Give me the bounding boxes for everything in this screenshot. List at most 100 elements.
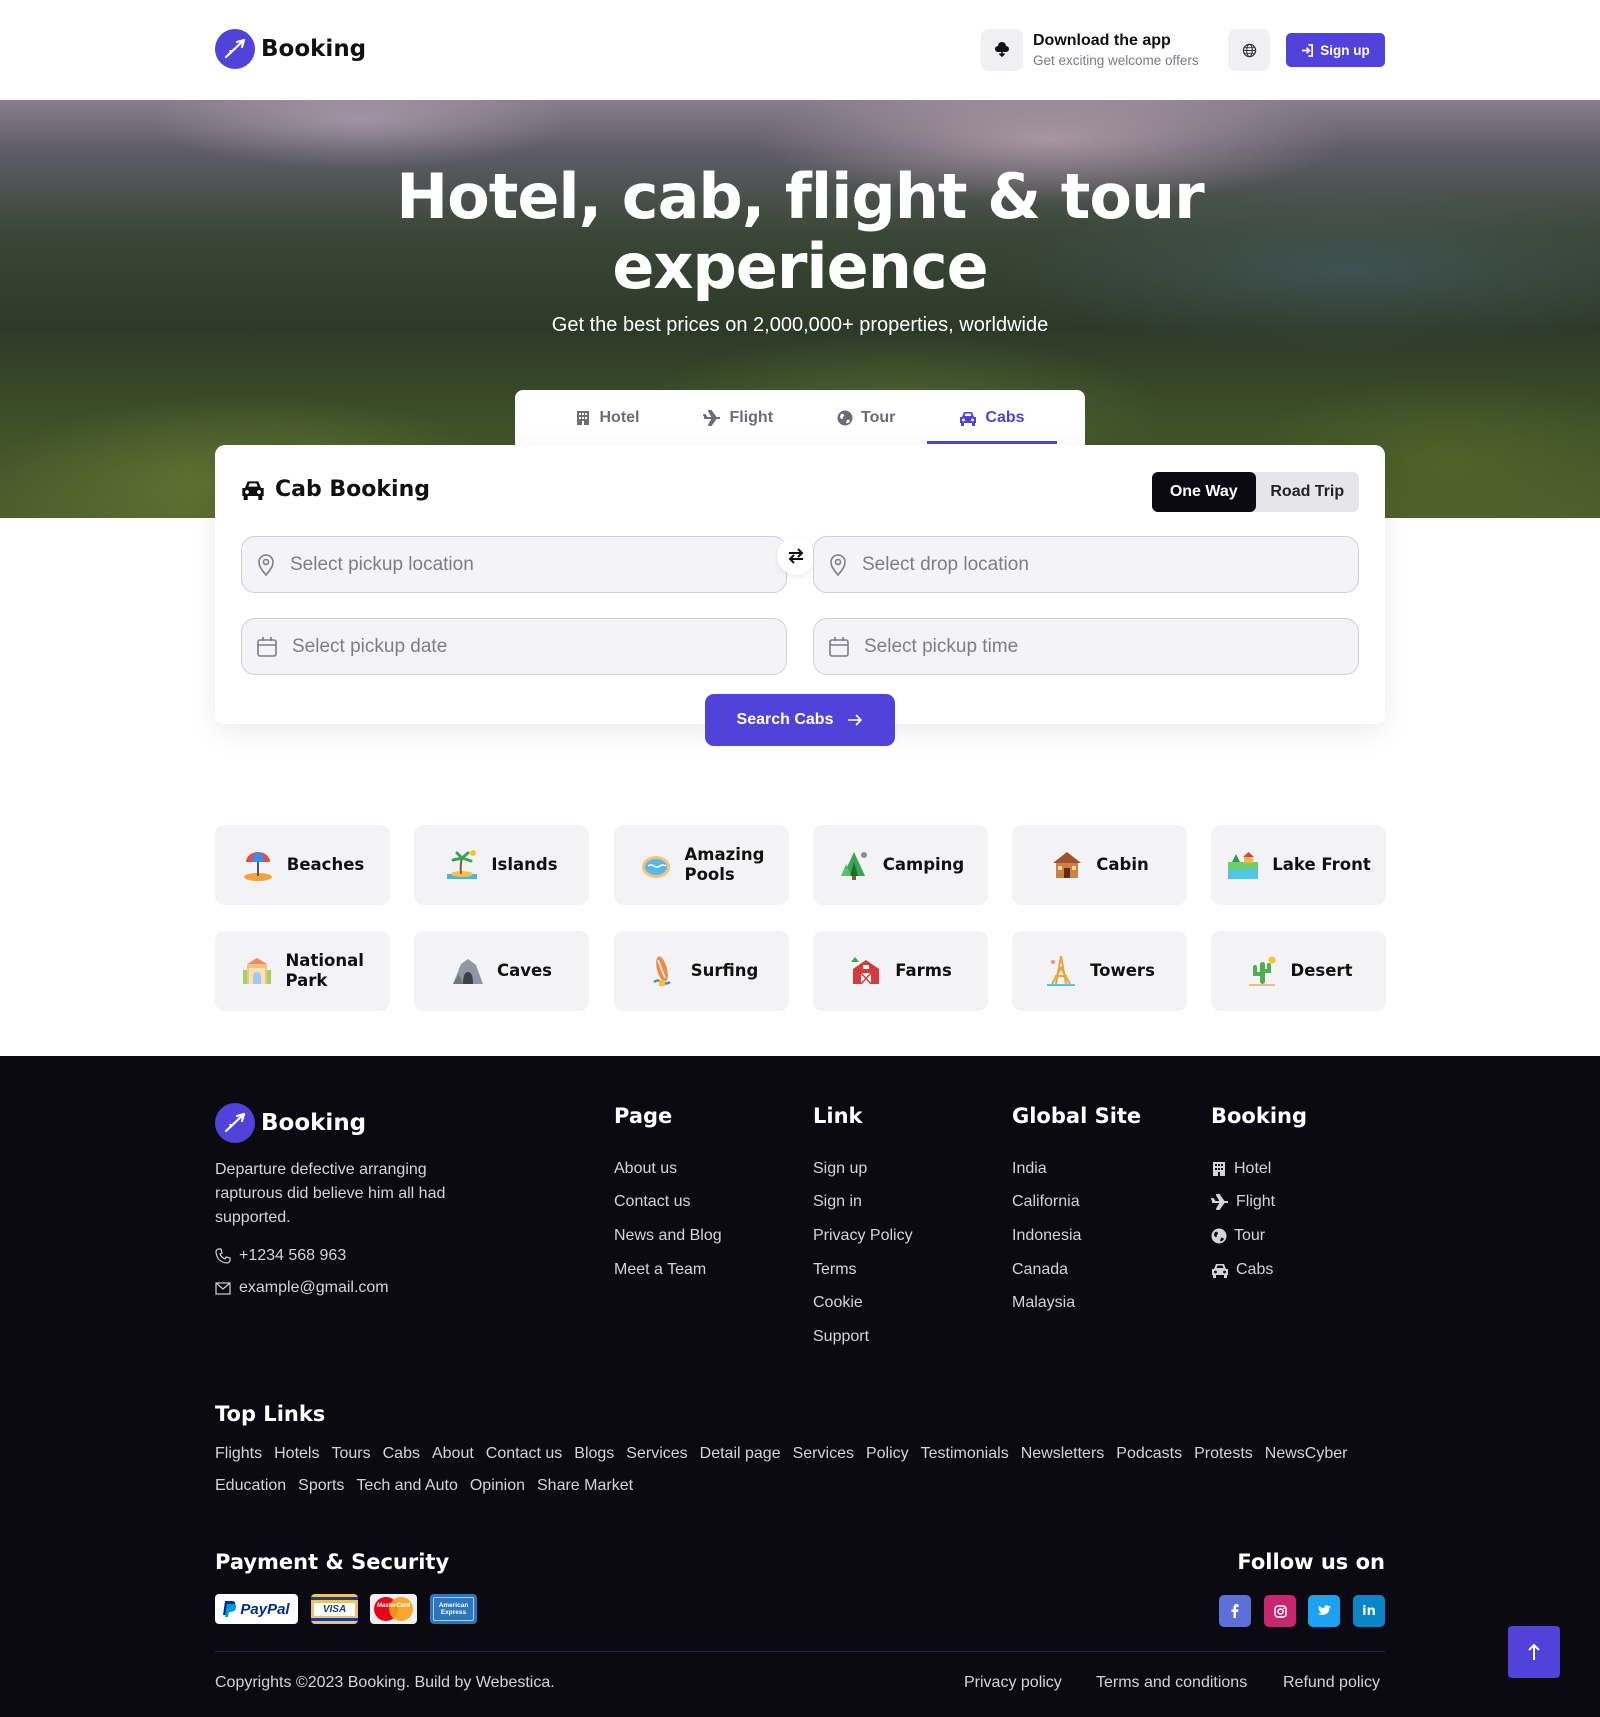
category-caves[interactable]: Caves [414,931,589,1011]
top-link[interactable]: Detail page [700,1443,781,1465]
footer-link-hotel[interactable]: Hotel [1211,1160,1271,1178]
top-links-title: Top Links [215,1402,326,1426]
footer-brand-logo[interactable]: Booking [215,1103,366,1143]
top-link[interactable]: Flights [215,1443,262,1465]
tab-tour-label: Tour [861,409,896,426]
privacy-policy-link[interactable]: Privacy policy [964,1674,1062,1692]
category-towers[interactable]: Towers [1012,931,1187,1011]
category-beaches[interactable]: Beaches [215,825,390,905]
top-link[interactable]: Education [215,1475,286,1497]
footer-link-team[interactable]: Meet a Team [614,1261,706,1279]
tab-cabs[interactable]: Cabs [927,390,1057,446]
footer-description: Departure defective arranging rapturous … [215,1161,446,1226]
footer-link-tour[interactable]: Tour [1211,1227,1265,1245]
category-lake-front[interactable]: Lake Front [1211,825,1386,905]
footer-email[interactable]: example@gmail.com [215,1279,389,1297]
category-desert[interactable]: Desert [1211,931,1386,1011]
linkedin-button[interactable]: in [1353,1595,1385,1627]
tab-hotel[interactable]: Hotel [543,390,671,446]
category-farms[interactable]: Farms [813,931,988,1011]
language-button[interactable] [1228,29,1270,71]
swap-locations-button[interactable] [777,537,815,575]
back-to-top-button[interactable] [1508,1626,1560,1678]
footer-link-terms[interactable]: Terms [813,1261,857,1279]
refund-policy-link[interactable]: Refund policy [1283,1674,1380,1692]
category-amazing-pools[interactable]: Amazing Pools [614,825,789,905]
category-islands[interactable]: Islands [414,825,589,905]
brand-logo[interactable]: Booking [215,29,366,69]
facebook-button[interactable] [1219,1595,1251,1627]
map-pin-icon [830,553,846,576]
top-link[interactable]: Contact us [486,1443,562,1465]
footer-link-cabs[interactable]: Cabs [1211,1261,1273,1279]
footer-link-about[interactable]: About us [614,1160,677,1178]
category-national-park[interactable]: National Park [215,931,390,1011]
footer-link-news[interactable]: News and Blog [614,1227,722,1245]
category-surfing[interactable]: Surfing [614,931,789,1011]
globe-icon [1211,1228,1227,1244]
footer-link-hotel-label: Hotel [1234,1160,1272,1177]
category-label: Camping [882,855,965,874]
category-camping[interactable]: Camping [813,825,988,905]
top-link[interactable]: Cabs [383,1443,420,1465]
drop-location-field[interactable]: Select drop location [813,536,1359,593]
footer-link-cookie[interactable]: Cookie [813,1294,863,1312]
category-label: Desert [1290,961,1353,980]
top-link[interactable]: About [432,1443,474,1465]
footer-link-california[interactable]: California [1012,1193,1080,1211]
terms-link[interactable]: Terms and conditions [1096,1674,1247,1692]
category-label: Islands [491,855,558,874]
download-app-link[interactable]: Download the app Get exciting welcome of… [981,29,1199,71]
lake-icon [1228,852,1259,879]
top-link[interactable]: Services [626,1443,687,1465]
top-link[interactable]: Services [793,1443,854,1465]
pickup-time-field[interactable]: Select pickup time [813,618,1359,675]
top-link[interactable]: Tours [331,1443,370,1465]
footer-link-flight[interactable]: Flight [1211,1193,1275,1211]
top-link[interactable]: Podcasts [1116,1443,1182,1465]
footer-link-contact[interactable]: Contact us [614,1193,690,1211]
sign-up-button[interactable]: Sign up [1286,33,1385,67]
tab-flight[interactable]: Flight [671,390,805,446]
instagram-button[interactable] [1264,1595,1296,1627]
top-link[interactable]: Opinion [470,1475,525,1497]
hero-title-line2: experience [612,230,988,303]
footer-link-support[interactable]: Support [813,1328,869,1346]
footer-link-malaysia[interactable]: Malaysia [1012,1294,1075,1312]
footer-col-title-page: Page [614,1104,673,1128]
arrow-right-icon [848,714,863,726]
search-cabs-button[interactable]: Search Cabs [705,694,895,746]
footer-link-india[interactable]: India [1012,1160,1047,1178]
road-trip-option[interactable]: Road Trip [1256,472,1360,512]
pickup-location-field[interactable]: Select pickup location [241,536,787,593]
footer-email-text: example@gmail.com [239,1279,389,1296]
twitter-button[interactable] [1308,1595,1340,1627]
top-link[interactable]: Tech and Auto [356,1475,457,1497]
pool-icon [641,856,670,878]
top-link[interactable]: Protests [1194,1443,1253,1465]
pickup-date-field[interactable]: Select pickup date [241,618,787,675]
top-link[interactable]: Sports [298,1475,344,1497]
top-link[interactable]: Share Market [537,1475,633,1497]
category-label: Surfing [690,961,759,980]
top-link[interactable]: Testimonials [921,1443,1009,1465]
footer-link-signin[interactable]: Sign in [813,1193,862,1211]
top-link[interactable]: Newsletters [1021,1443,1105,1465]
footer-link-privacy[interactable]: Privacy Policy [813,1227,913,1245]
category-cabin[interactable]: Cabin [1012,825,1187,905]
footer-link-canada[interactable]: Canada [1012,1261,1068,1279]
tab-flight-label: Flight [729,409,774,426]
one-way-option[interactable]: One Way [1152,472,1256,512]
cloud-download-icon [981,29,1023,71]
tab-tour[interactable]: Tour [805,390,927,446]
top-link[interactable]: NewsCyber [1265,1443,1348,1465]
top-link[interactable]: Policy [866,1443,909,1465]
payment-title: Payment & Security [215,1550,450,1574]
footer-phone[interactable]: +1234 568 963 [215,1247,346,1265]
footer-col-title-link: Link [813,1104,863,1128]
footer-col-title-global: Global Site [1012,1104,1142,1128]
footer-link-indonesia[interactable]: Indonesia [1012,1227,1081,1245]
footer-link-signup[interactable]: Sign up [813,1160,867,1178]
top-link[interactable]: Hotels [274,1443,319,1465]
top-link[interactable]: Blogs [574,1443,614,1465]
